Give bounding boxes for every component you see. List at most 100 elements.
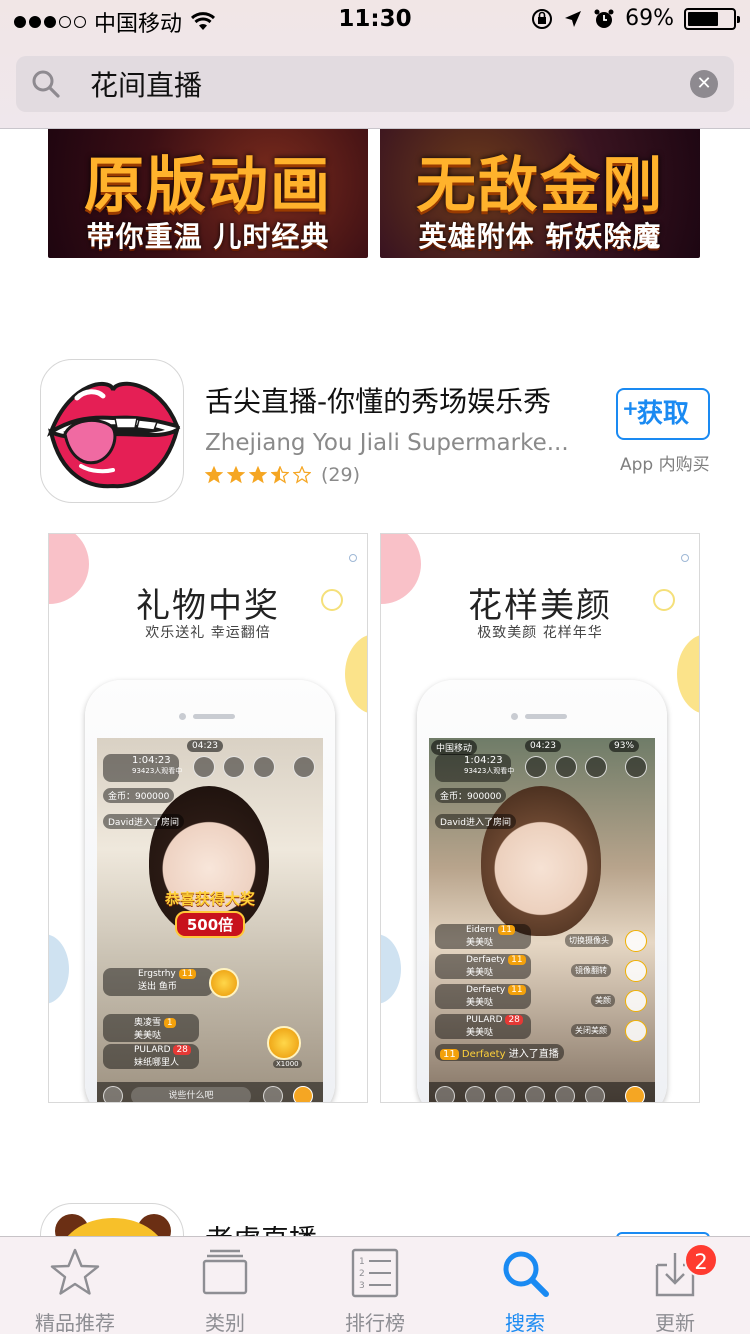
rotation-lock-icon: [532, 8, 553, 29]
tab-featured[interactable]: 精品推荐: [0, 1237, 150, 1334]
phone-speaker: [525, 714, 567, 719]
app-store-search-page: 中国移动 11:30 69% 花间直播 ✕ 原版动画 带你重温 儿时经典 无敌金…: [0, 0, 750, 1334]
star-full-icon: [227, 466, 245, 484]
chat-message: PULARD 28 妹纸哪里人: [103, 1044, 199, 1069]
phone-status-time: 04:23: [525, 740, 561, 752]
next-app-result-row[interactable]: 老虎直播: [0, 1200, 750, 1263]
chat-level: 11: [508, 985, 526, 995]
get-button[interactable]: + 获取: [616, 388, 710, 440]
award-banner: 恭喜获得大奖 500倍: [145, 888, 275, 938]
chat-user-line: 奥凌雪 1: [108, 1015, 194, 1028]
phone-screen: 04:23 1:04:23 93423人观看中 金币：900000 David进…: [97, 738, 323, 1102]
app-screenshot[interactable]: 礼物中奖 欢乐送礼 幸运翻倍 04:23 1:04:23 93423人观看中 金…: [48, 533, 368, 1103]
search-icon: [32, 70, 60, 98]
phone-status-time: 04:23: [187, 740, 223, 752]
decor-circle: [349, 554, 357, 562]
live-time: 1:04:23: [132, 755, 171, 766]
app-developer: Zhejiang You Jiali Supermarke...: [205, 430, 569, 456]
banner-tagline: 带你重温 儿时经典: [86, 220, 330, 253]
viewer-avatar: [223, 756, 245, 778]
app-icon[interactable]: [40, 359, 184, 503]
chat-icon: [495, 1086, 515, 1102]
gift-text: 送出 鱼币: [138, 982, 177, 992]
tab-label: 排行榜: [345, 1311, 405, 1334]
tab-label: 精品推荐: [35, 1311, 115, 1334]
tab-top-charts[interactable]: 1 2 3 排行榜: [300, 1237, 450, 1334]
decor-circle: [345, 634, 367, 714]
side-label: 美颜: [591, 994, 615, 1007]
chat-message: Eidern 11 美美哒: [435, 924, 531, 949]
tab-categories[interactable]: 类别: [150, 1237, 300, 1334]
mic-mute-icon: [435, 1086, 455, 1102]
viewer-avatar: [525, 756, 547, 778]
coin-icon: [209, 968, 239, 998]
chat-message: 奥凌雪 1 美美哒: [103, 1014, 199, 1042]
alarm-icon: [594, 9, 614, 28]
svg-text:3: 3: [359, 1281, 365, 1291]
chat-text: 美美哒: [466, 968, 494, 978]
enter-text: 进入了直播: [508, 1049, 559, 1060]
search-input[interactable]: [90, 67, 650, 100]
phone-camera: [179, 713, 186, 720]
coin-icon: [267, 1026, 301, 1060]
banner-image[interactable]: 原版动画 带你重温 儿时经典: [48, 129, 368, 258]
chat-message: Derfaety 11 美美哒: [435, 984, 531, 1009]
chat-user: PULARD: [134, 1045, 171, 1055]
gift-message: Ergstrhy 11 送出 鱼币: [103, 968, 213, 996]
status-bar: 中国移动 11:30 69%: [0, 0, 750, 40]
app-rating: (29): [205, 464, 360, 486]
app-title[interactable]: 舌尖直播-你懂的秀场娱乐秀: [205, 380, 551, 420]
svg-text:2: 2: [359, 1269, 365, 1279]
chat-input: 说些什么吧: [131, 1087, 251, 1102]
viewer-count: 93423人观看中: [464, 767, 515, 775]
chat-message: Derfaety 11 美美哒: [435, 954, 531, 979]
share-icon: [263, 1086, 283, 1102]
decor-circle: [677, 634, 699, 714]
location-arrow-icon: [565, 10, 582, 27]
chat-user: Derfaety: [466, 955, 506, 965]
crop-icon: [555, 1086, 575, 1102]
viewer-avatar: [555, 756, 577, 778]
app-result-row[interactable]: 舌尖直播-你懂的秀场娱乐秀 Zhejiang You Jiali Superma…: [0, 358, 750, 508]
screenshot-headline: 礼物中奖: [136, 586, 280, 626]
get-button-label: 获取: [636, 399, 689, 429]
gift-level: 11: [178, 969, 197, 979]
chat-text: 妹纸哪里人: [134, 1058, 180, 1068]
enter-message: 11 Derfaety 进入了直播: [435, 1044, 564, 1061]
join-message: David进入了房间: [435, 814, 516, 829]
header: 中国移动 11:30 69% 花间直播 ✕: [0, 0, 750, 129]
multiplier-label: X1000: [273, 1060, 302, 1068]
drop-icon: [625, 1086, 645, 1102]
phone-mockup: 04:23 1:04:23 93423人观看中 金币：900000 David进…: [85, 680, 335, 1102]
banner-image[interactable]: 无敌金刚 英雄附体 斩妖除魔: [380, 129, 700, 258]
screenshot-subtitle: 极致美颜 花样年华: [477, 625, 603, 641]
viewer-avatar: [253, 756, 275, 778]
tab-label: 更新: [655, 1311, 695, 1334]
side-label: 镜像翻转: [571, 964, 611, 977]
chat-user-line: PULARD 28: [108, 1045, 194, 1055]
power-icon: [293, 756, 315, 778]
chat-message: PULARD 28 美美哒: [435, 1014, 531, 1039]
viewer-avatar: [585, 756, 607, 778]
chat-text: 美美哒: [466, 1028, 494, 1038]
chat-text: 美美哒: [466, 998, 494, 1008]
app-screenshot[interactable]: 花样美颜 极致美颜 花样年华 中国移动 04:23 93% 1:04:23 93…: [380, 533, 700, 1103]
in-app-purchase-note: App 内购买: [620, 455, 710, 475]
clear-search-icon[interactable]: ✕: [690, 70, 718, 98]
chat-user: PULARD: [466, 1015, 503, 1025]
battery-percent: 69%: [625, 6, 674, 31]
chat-level: 28: [173, 1045, 191, 1055]
chat-user: Derfaety: [466, 985, 506, 995]
chat-user-line: Derfaety 11: [440, 955, 526, 965]
streamer-photo: [481, 786, 601, 936]
tab-updates[interactable]: 2 更新: [600, 1237, 750, 1334]
tab-search[interactable]: 搜索: [450, 1237, 600, 1334]
gift-user-line: Ergstrhy 11: [108, 969, 208, 979]
search-bar[interactable]: ✕: [16, 56, 734, 112]
chat-text: 美美哒: [466, 938, 494, 948]
decor-circle: [381, 934, 401, 1004]
status-right: 69%: [531, 6, 740, 31]
brightness-icon: [625, 1020, 647, 1042]
chat-user: 奥凌雪: [134, 1018, 162, 1028]
updates-badge: 2: [684, 1243, 718, 1277]
